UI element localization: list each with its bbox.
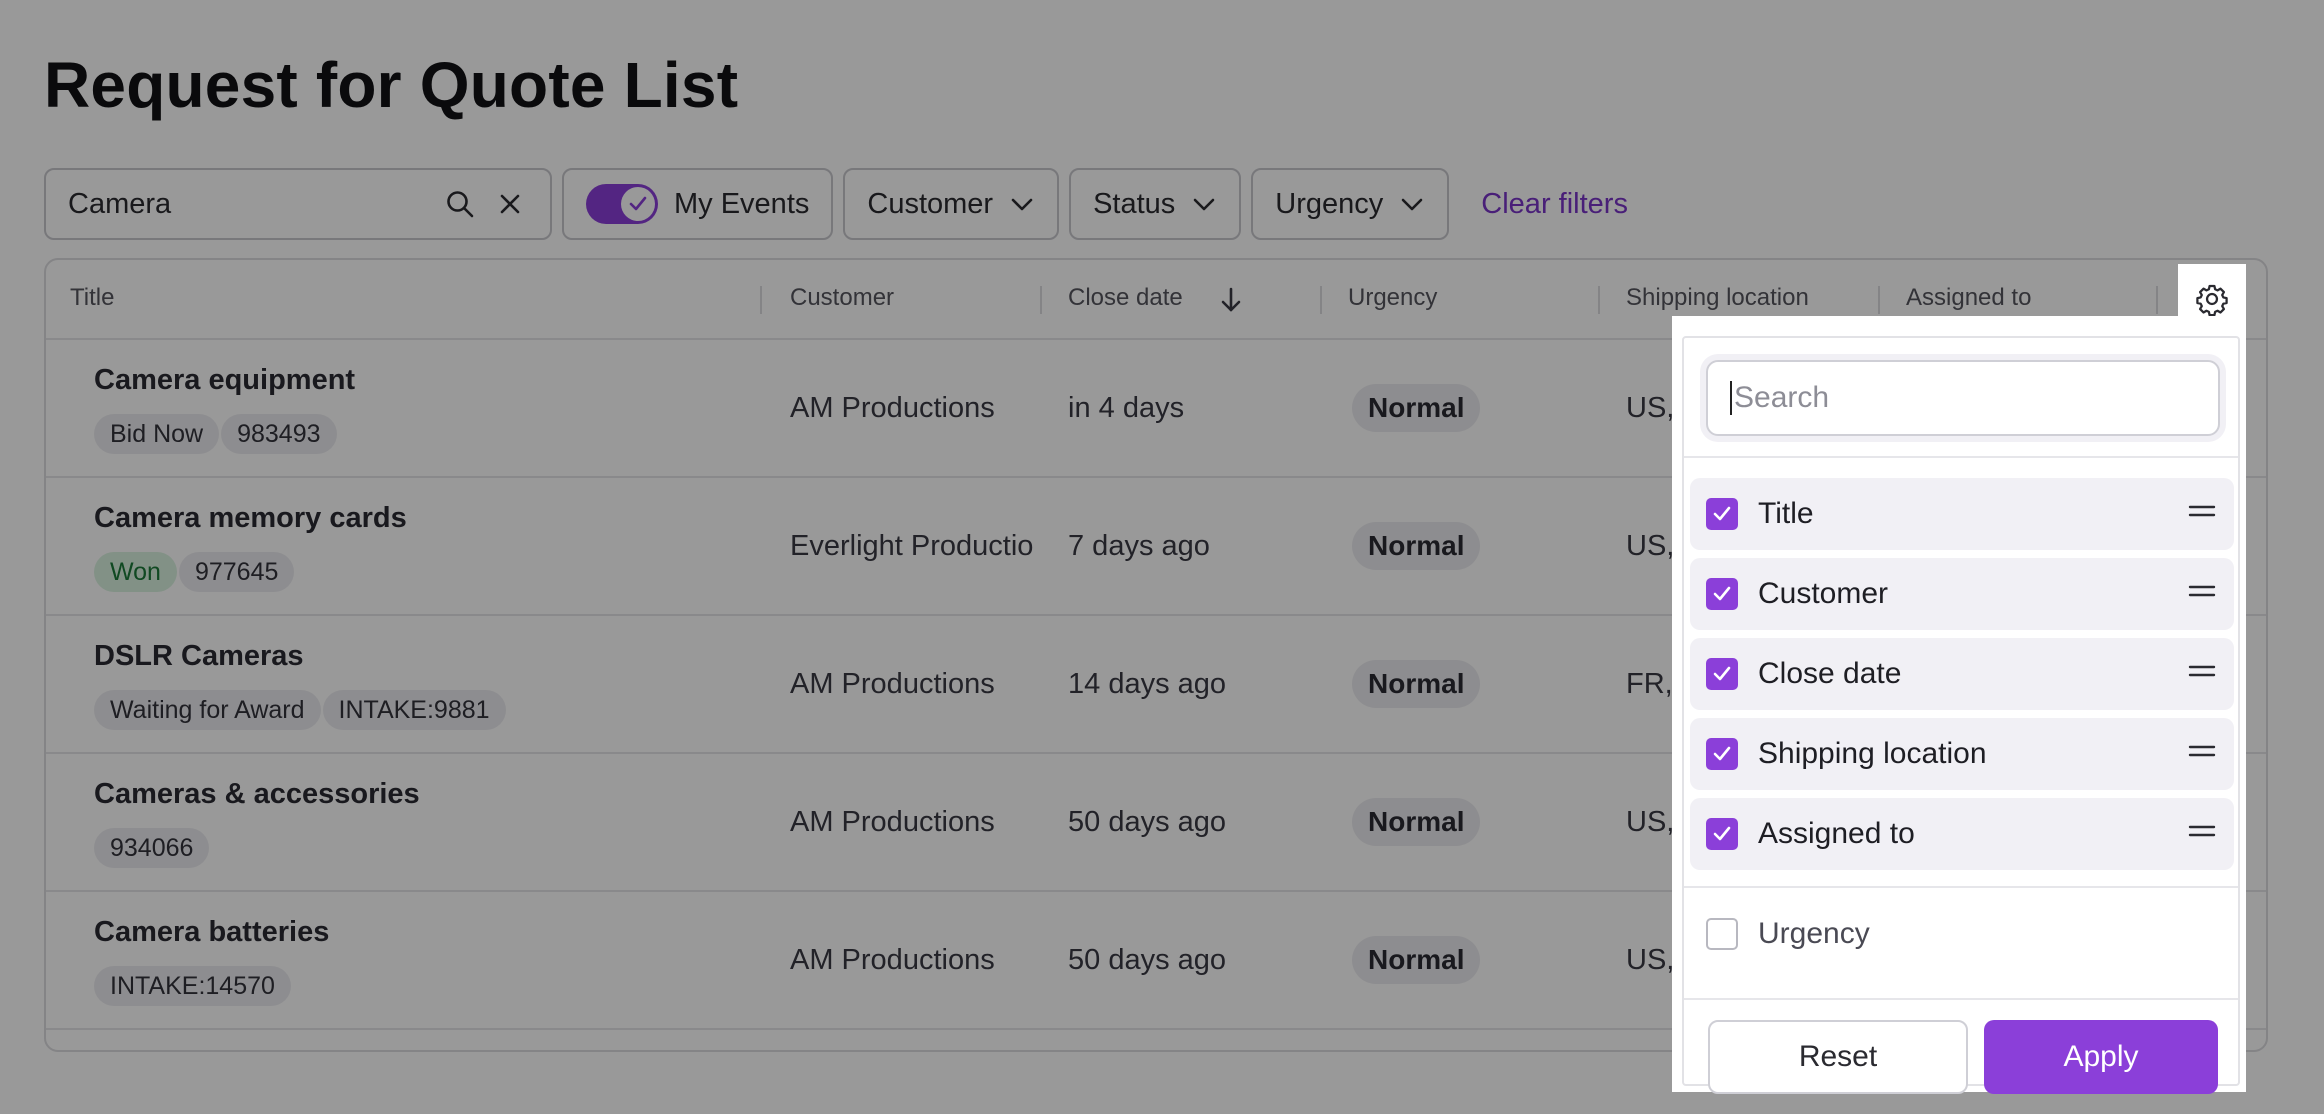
column-option-title[interactable]: Title: [1690, 478, 2234, 550]
divider: [1684, 998, 2238, 1000]
divider: [1684, 456, 2238, 458]
reset-button[interactable]: Reset: [1708, 1020, 1968, 1094]
divider: [1684, 886, 2238, 888]
checkbox-checked[interactable]: [1706, 818, 1738, 850]
column-option-shipping-location[interactable]: Shipping location: [1690, 718, 2234, 790]
apply-button[interactable]: Apply: [1984, 1020, 2218, 1094]
column-option-label: Customer: [1758, 577, 1889, 610]
column-option-assigned-to[interactable]: Assigned to: [1690, 798, 2234, 870]
column-option-label: Title: [1758, 497, 1814, 530]
drag-handle-icon[interactable]: [2188, 742, 2216, 760]
column-option-customer[interactable]: Customer: [1690, 558, 2234, 630]
checkbox-checked[interactable]: [1706, 498, 1738, 530]
drag-handle-icon[interactable]: [2188, 822, 2216, 840]
column-option-label: Assigned to: [1758, 817, 1915, 850]
column-option-label: Urgency: [1758, 917, 1870, 950]
column-option-label: Shipping location: [1758, 737, 1987, 770]
gear-icon: [2196, 284, 2228, 316]
column-option-close-date[interactable]: Close date: [1690, 638, 2234, 710]
column-option-label: Close date: [1758, 657, 1902, 690]
column-search-input[interactable]: Search: [1706, 360, 2220, 436]
drag-handle-icon[interactable]: [2188, 662, 2216, 680]
column-search-placeholder: Search: [1734, 381, 1830, 414]
checkbox-checked[interactable]: [1706, 578, 1738, 610]
checkbox-unchecked[interactable]: [1706, 918, 1738, 950]
drag-handle-icon[interactable]: [2188, 502, 2216, 520]
checkbox-checked[interactable]: [1706, 738, 1738, 770]
text-caret: [1730, 381, 1732, 415]
column-settings-panel: Search Title Customer Close date Shippin…: [1672, 316, 2246, 1094]
column-option-urgency[interactable]: Urgency: [1690, 898, 2234, 970]
drag-handle-icon[interactable]: [2188, 582, 2216, 600]
checkbox-checked[interactable]: [1706, 658, 1738, 690]
column-settings-body: Search Title Customer Close date Shippin…: [1682, 336, 2240, 1094]
